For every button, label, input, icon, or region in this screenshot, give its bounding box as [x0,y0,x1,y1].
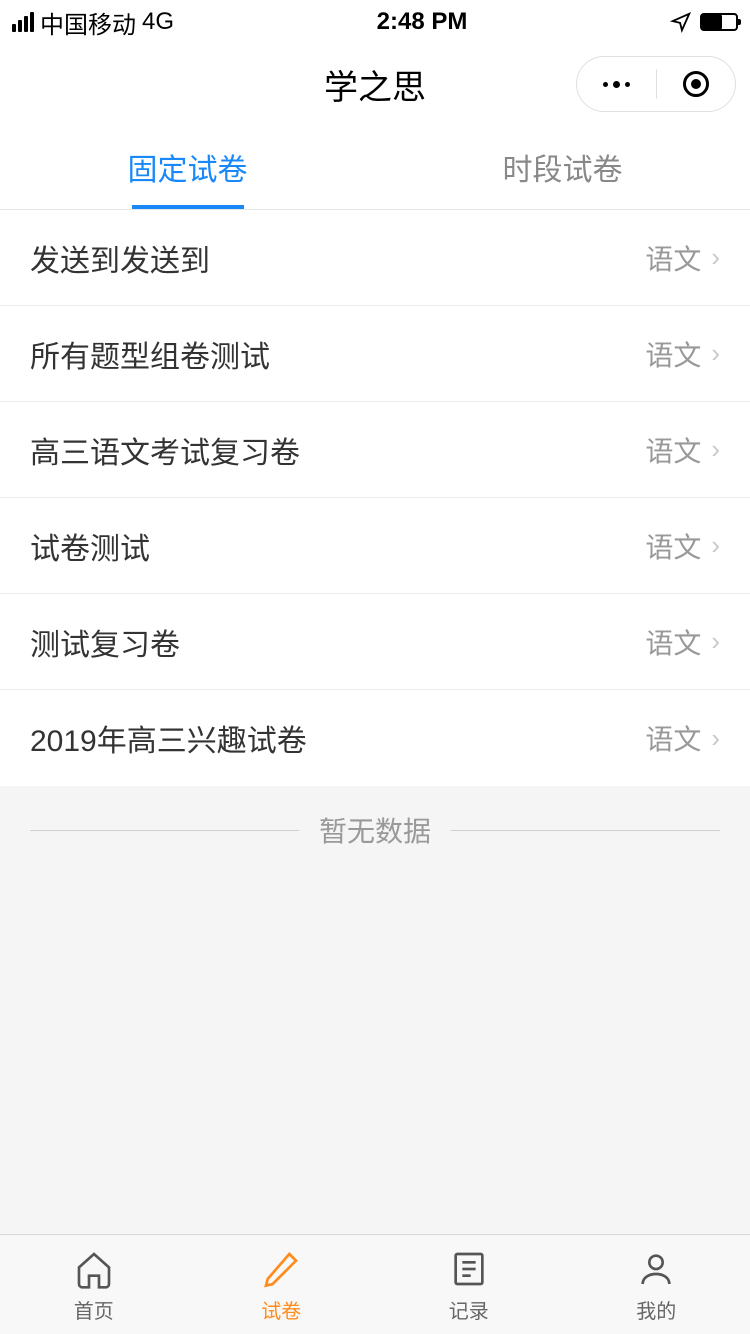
tab-time-exam[interactable]: 时段试卷 [375,124,750,209]
list-item[interactable]: 所有题型组卷测试 语文 › [0,306,750,402]
divider-line [30,830,299,831]
item-title: 试卷测试 [30,524,645,568]
item-title: 2019年高三兴趣试卷 [30,716,645,760]
nav-records[interactable]: 记录 [375,1235,563,1334]
chevron-right-icon: › [711,723,720,754]
nav-home[interactable]: 首页 [0,1235,188,1334]
item-subject: 语文 [645,430,701,470]
capsule-close-button[interactable] [657,57,736,111]
tab-fixed-exam[interactable]: 固定试卷 [0,124,375,209]
carrier-label: 中国移动 [40,5,136,40]
tab-label: 时段试卷 [503,145,623,189]
capsule-menu-button[interactable] [577,57,656,111]
title-bar: 学之思 [0,44,750,124]
status-right [670,11,738,33]
network-label: 4G [142,8,174,36]
item-subject: 语文 [645,238,701,278]
miniprogram-capsule [576,56,736,112]
tab-label: 固定试卷 [128,145,248,189]
list-item[interactable]: 高三语文考试复习卷 语文 › [0,402,750,498]
list-item[interactable]: 发送到发送到 语文 › [0,210,750,306]
item-title: 发送到发送到 [30,236,645,280]
tabs: 固定试卷 时段试卷 [0,124,750,210]
nav-profile[interactable]: 我的 [563,1235,750,1334]
status-time: 2:48 PM [377,8,468,36]
nav-label: 试卷 [261,1295,301,1324]
item-title: 高三语文考试复习卷 [30,428,645,472]
target-icon [683,71,709,97]
battery-icon [700,13,738,31]
list-item[interactable]: 2019年高三兴趣试卷 语文 › [0,690,750,786]
chevron-right-icon: › [711,242,720,273]
divider-line [451,830,720,831]
home-icon [70,1245,118,1293]
item-subject: 语文 [645,334,701,374]
records-icon [445,1245,493,1293]
item-subject: 语文 [645,526,701,566]
status-bar: 中国移动 4G 2:48 PM [0,0,750,44]
profile-icon [632,1245,680,1293]
empty-text: 暂无数据 [319,810,431,850]
app-title: 学之思 [324,60,426,109]
exam-list: 发送到发送到 语文 › 所有题型组卷测试 语文 › 高三语文考试复习卷 语文 ›… [0,210,750,786]
pencil-icon [257,1245,305,1293]
bottom-nav: 首页 试卷 记录 我的 [0,1234,750,1334]
list-item[interactable]: 测试复习卷 语文 › [0,594,750,690]
chevron-right-icon: › [711,434,720,465]
menu-dots-icon [603,81,630,88]
nav-exam[interactable]: 试卷 [188,1235,376,1334]
list-item[interactable]: 试卷测试 语文 › [0,498,750,594]
nav-label: 我的 [636,1295,676,1324]
item-subject: 语文 [645,622,701,662]
chevron-right-icon: › [711,338,720,369]
item-subject: 语文 [645,718,701,758]
nav-label: 首页 [74,1295,114,1324]
item-title: 所有题型组卷测试 [30,332,645,376]
chevron-right-icon: › [711,626,720,657]
chevron-right-icon: › [711,530,720,561]
location-icon [670,11,692,33]
signal-icon [12,12,34,32]
item-title: 测试复习卷 [30,620,645,664]
nav-label: 记录 [449,1295,489,1324]
status-left: 中国移动 4G [12,5,174,40]
empty-state: 暂无数据 [0,786,750,874]
